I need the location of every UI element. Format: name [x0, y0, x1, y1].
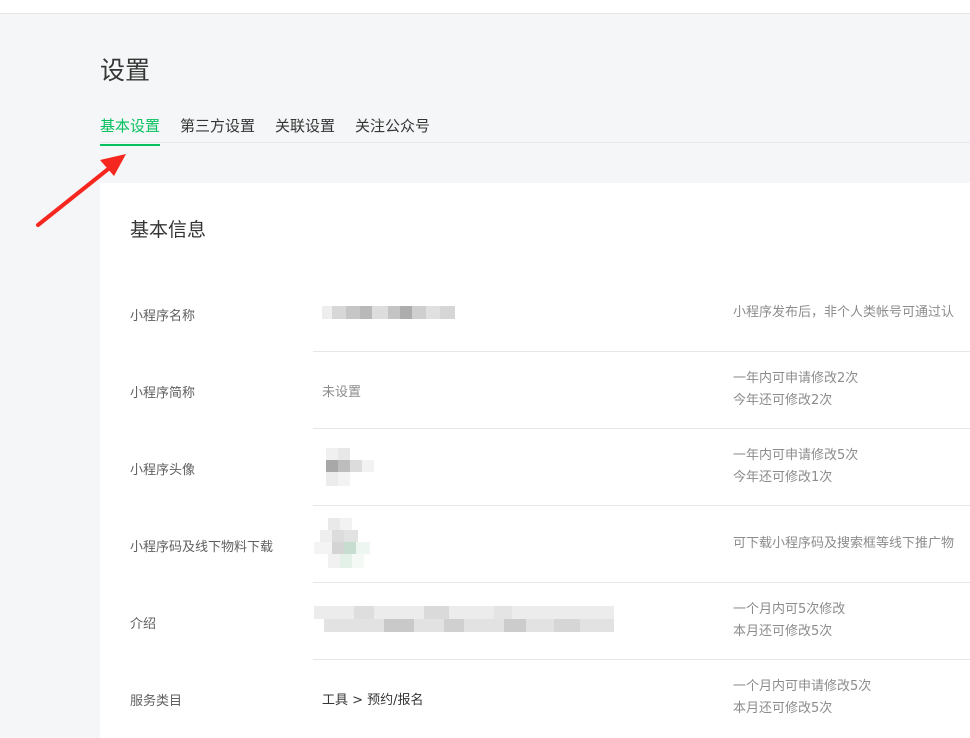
row-qr-code-download: 小程序码及线下物料下载 可下载小程序码及搜索框等线下推广物	[100, 506, 970, 583]
introduction-value	[314, 606, 616, 636]
blurred-name-image	[322, 306, 455, 319]
hint-line: 一年内可申请修改2次	[733, 371, 859, 386]
hint-line: 一个月内可5次修改	[733, 602, 846, 617]
name-value	[322, 306, 457, 323]
page-title: 设置	[100, 56, 151, 85]
tab-basic-settings[interactable]: 基本设置	[100, 112, 161, 146]
row-hint: 小程序发布后，非个人类帐号可通过认	[733, 302, 954, 324]
tab-third-party-settings[interactable]: 第三方设置	[180, 112, 255, 143]
hint-line: 今年还可修改2次	[733, 393, 833, 408]
hint-line: 今年还可修改1次	[733, 470, 833, 485]
row-hint: 一年内可申请修改5次 今年还可修改1次	[733, 445, 858, 489]
row-hint: 一个月内可5次修改 本月还可修改5次	[733, 599, 845, 643]
hint-line: 本月还可修改5次	[733, 701, 833, 716]
row-label: 服务类目	[130, 694, 183, 709]
short-name-value: 未设置	[322, 385, 362, 400]
row-label[interactable]: 小程序码及线下物料下载	[130, 536, 273, 555]
blurred-introduction-image	[314, 606, 614, 632]
tab-follow-official-account[interactable]: 关注公众号	[355, 112, 430, 143]
row-mini-program-short-name: 小程序简称 未设置 一年内可申请修改2次 今年还可修改2次	[100, 352, 970, 429]
tabs-divider	[100, 142, 970, 143]
top-bar	[0, 0, 970, 14]
row-mini-program-name: 小程序名称 小程序发布后，非个人类帐号可通过认	[100, 275, 970, 352]
blurred-qr-code-image	[314, 518, 370, 568]
row-hint: 可下载小程序码及搜索框等线下推广物	[733, 533, 954, 555]
row-hint: 一个月内可申请修改5次 本月还可修改5次	[733, 676, 871, 720]
hint-line: 可下载小程序码及搜索框等线下推广物	[733, 536, 955, 551]
row-label: 小程序头像	[130, 463, 196, 478]
qr-code[interactable]	[314, 518, 376, 578]
tab-related-settings[interactable]: 关联设置	[275, 112, 335, 143]
hint-line: 一个月内可申请修改5次	[733, 679, 872, 694]
avatar	[326, 448, 376, 492]
row-hint: 一年内可申请修改2次 今年还可修改2次	[733, 368, 858, 412]
row-label: 介绍	[130, 617, 157, 632]
hint-line: 一年内可申请修改5次	[733, 448, 859, 463]
row-introduction: 介绍 一个月内可5次修改 本月还可修改5次	[100, 583, 970, 660]
basic-info-card: 基本信息 小程序名称 小程序发布后，非个人类帐号可通过认 小程序简称 未设置 一…	[100, 183, 970, 738]
section-title-basic-info: 基本信息	[130, 219, 207, 241]
hint-line: 本月还可修改5次	[733, 624, 833, 639]
settings-tabs: 基本设置 第三方设置 关联设置 关注公众号	[100, 112, 430, 146]
blurred-avatar-image	[326, 448, 374, 486]
service-category-value: 工具 > 预约/报名	[322, 693, 424, 708]
hint-line: 小程序发布后，非个人类帐号可通过认	[733, 305, 955, 320]
row-label: 小程序名称	[130, 309, 196, 324]
row-label: 小程序简称	[130, 386, 196, 401]
row-mini-program-avatar: 小程序头像 一年内可申请修改5次 今年还可修改1次	[100, 429, 970, 506]
row-service-category: 服务类目 工具 > 预约/报名 一个月内可申请修改5次 本月还可修改5次	[100, 660, 970, 737]
